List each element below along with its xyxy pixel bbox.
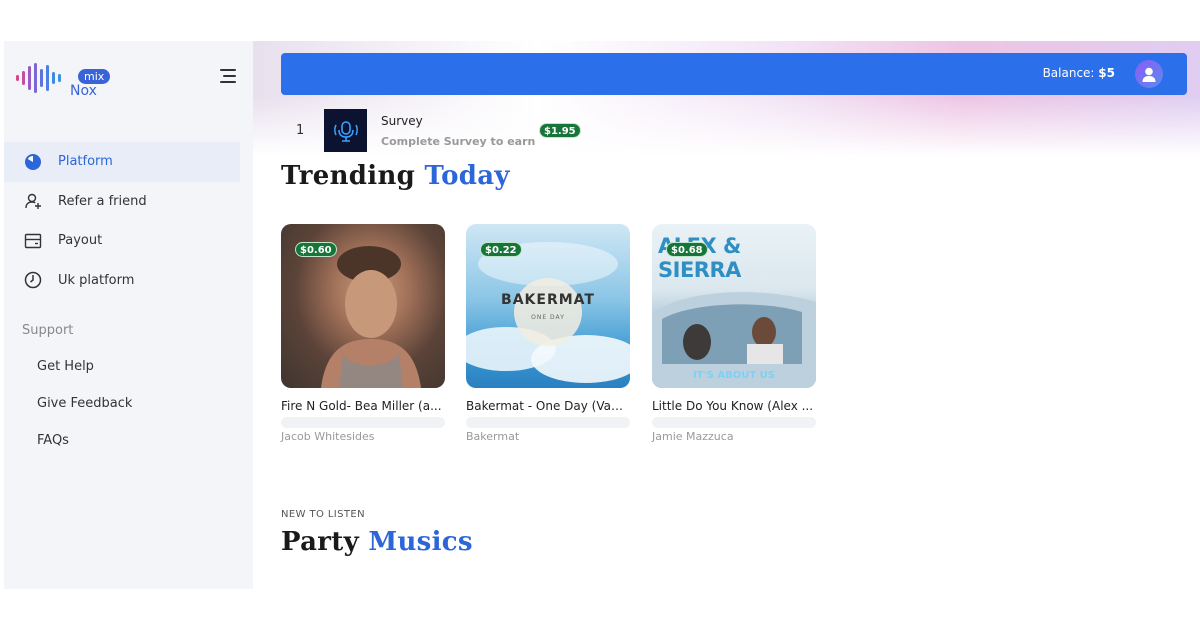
balance-value: $5 xyxy=(1098,66,1115,80)
album-art-title: BAKERMAT xyxy=(501,292,595,308)
main-content: Balance: $5 1 Survey Complete Survey to … xyxy=(253,41,1200,589)
trending-title-b: Today xyxy=(424,161,510,191)
sidebar-item-uk-platform[interactable]: Uk platform xyxy=(4,261,253,301)
trending-heading: Trending Today xyxy=(281,161,510,191)
add-user-icon xyxy=(24,192,42,210)
user-icon xyxy=(1142,67,1156,82)
track-card[interactable]: $0.60 Fire N Gold- Bea Miller (a... Jaco… xyxy=(281,224,445,443)
progress-track xyxy=(466,417,630,428)
trending-cards: $0.60 Fire N Gold- Bea Miller (a... Jaco… xyxy=(281,224,841,454)
logo-waveform-icon xyxy=(16,61,61,95)
survey-reward-badge: $1.95 xyxy=(539,123,581,138)
sidebar-item-refer[interactable]: Refer a friend xyxy=(4,182,253,222)
sidebar-nav: Platform Refer a friend Payout Uk platfo… xyxy=(4,142,253,300)
sidebar: mix Nox Platform Refer a friend Payout U… xyxy=(4,41,253,589)
survey-title: Survey xyxy=(381,114,423,128)
sidebar-item-platform[interactable]: Platform xyxy=(4,142,240,182)
sidebar-item-label: Platform xyxy=(58,154,113,170)
sidebar-item-payout[interactable]: Payout xyxy=(4,221,253,261)
wallet-icon xyxy=(24,232,42,250)
track-cover[interactable]: BAKERMAT ONE DAY $0.22 xyxy=(466,224,630,388)
track-artist: Bakermat xyxy=(466,430,520,443)
sidebar-item-label: Uk platform xyxy=(58,272,135,288)
price-badge: $0.68 xyxy=(666,242,708,257)
sidebar-item-label: Payout xyxy=(58,233,103,249)
menu-icon[interactable] xyxy=(220,69,236,83)
album-art-subtitle: IT'S ABOUT US xyxy=(693,370,775,381)
album-art-subtitle: ONE DAY xyxy=(531,314,565,321)
trending-title-a: Trending xyxy=(281,161,416,191)
section-kicker: NEW TO LISTEN xyxy=(281,509,365,520)
price-badge: $0.22 xyxy=(480,242,522,257)
give-feedback-link[interactable]: Give Feedback xyxy=(37,396,132,433)
avatar[interactable] xyxy=(1135,60,1163,88)
party-title-b: Musics xyxy=(368,527,473,557)
support-heading: Support xyxy=(22,323,74,338)
progress-track xyxy=(281,417,445,428)
party-title-a: Party xyxy=(281,527,360,557)
app-frame: mix Nox Platform Refer a friend Payout U… xyxy=(4,41,1200,589)
survey-thumbnail[interactable] xyxy=(324,109,367,152)
track-card[interactable]: ALEX & SIERRA IT'S ABOUT US $0.68 Little… xyxy=(652,224,816,443)
logo[interactable]: mix Nox xyxy=(16,59,126,101)
clock-icon xyxy=(24,271,42,289)
support-list: Get Help Give Feedback FAQs xyxy=(37,359,132,470)
top-bar: Balance: $5 xyxy=(281,53,1187,95)
track-artist: Jacob Whitesides xyxy=(281,430,375,443)
party-heading: Party Musics xyxy=(281,527,473,557)
price-badge: $0.60 xyxy=(295,242,337,257)
track-card[interactable]: BAKERMAT ONE DAY $0.22 Bakermat - One Da… xyxy=(466,224,630,443)
track-title: Bakermat - One Day (Van... xyxy=(466,399,630,413)
survey-row[interactable]: 1 Survey Complete Survey to earn $1.95 xyxy=(281,109,581,155)
track-title: Fire N Gold- Bea Miller (a... xyxy=(281,399,442,413)
survey-rank: 1 xyxy=(296,123,305,138)
track-artist: Jamie Mazzuca xyxy=(652,430,734,443)
logo-pill: mix xyxy=(78,69,111,84)
balance-display: Balance: $5 xyxy=(1043,66,1115,80)
track-title: Little Do You Know (Alex ... xyxy=(652,399,814,413)
balance-label: Balance: xyxy=(1042,66,1095,80)
logo-name: Nox xyxy=(70,83,97,99)
podcast-mic-icon xyxy=(333,120,358,142)
sidebar-item-label: Refer a friend xyxy=(58,193,147,209)
survey-subtitle: Complete Survey to earn xyxy=(381,135,536,148)
faqs-link[interactable]: FAQs xyxy=(37,433,132,470)
pie-chart-icon xyxy=(24,153,42,171)
track-cover[interactable]: $0.60 xyxy=(281,224,445,388)
progress-track xyxy=(652,417,816,428)
get-help-link[interactable]: Get Help xyxy=(37,359,132,396)
track-cover[interactable]: ALEX & SIERRA IT'S ABOUT US $0.68 xyxy=(652,224,816,388)
